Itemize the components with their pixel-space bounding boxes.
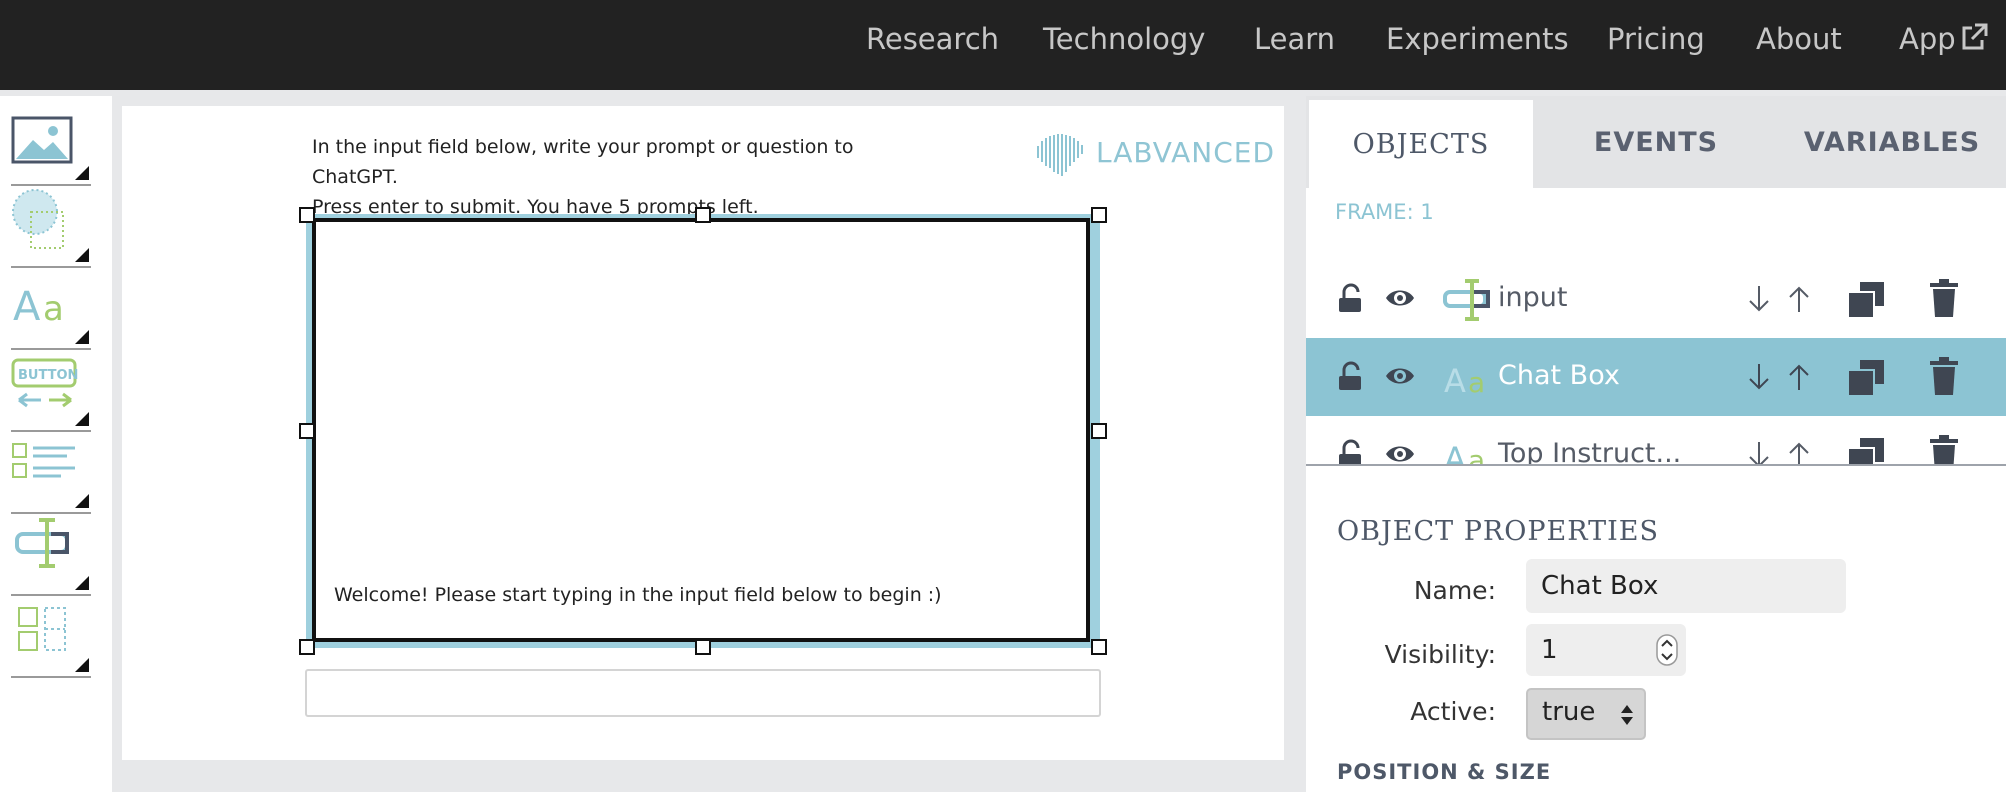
shape-tool-button[interactable] bbox=[11, 186, 91, 268]
nav-link-app[interactable]: App bbox=[1899, 22, 1988, 56]
object-toolbar: A a BUTTON bbox=[0, 96, 112, 792]
panel-tab-bar: OBJECTS EVENTS VARIABLES bbox=[1306, 96, 2006, 188]
resize-handle-top[interactable] bbox=[695, 207, 711, 223]
move-up-icon[interactable] bbox=[1786, 440, 1812, 466]
external-link-icon bbox=[1962, 23, 1988, 50]
editor-side-panel: OBJECTS EVENTS VARIABLES FRAME: 1 input bbox=[1306, 96, 2006, 792]
object-name: Top Instruct... bbox=[1498, 438, 1682, 466]
active-value: true bbox=[1542, 697, 1596, 727]
svg-text:a: a bbox=[1468, 444, 1485, 466]
labvanced-logo: LABVANCED bbox=[1034, 128, 1274, 178]
move-down-icon[interactable] bbox=[1746, 440, 1772, 466]
nav-link-app-label: App bbox=[1899, 22, 1956, 56]
top-instructions[interactable]: In the input field below, write your pro… bbox=[312, 132, 932, 222]
eye-icon[interactable] bbox=[1384, 360, 1416, 392]
top-navigation-bar: Research Technology Learn Experiments Pr… bbox=[0, 0, 2006, 90]
svg-text:a: a bbox=[43, 289, 64, 329]
nav-link-about[interactable]: About bbox=[1756, 22, 1842, 56]
object-name-field[interactable]: Chat Box bbox=[1526, 559, 1846, 613]
object-name: input bbox=[1498, 282, 1568, 313]
resize-handle-bottom[interactable] bbox=[695, 639, 711, 655]
input-type-icon bbox=[1443, 279, 1490, 321]
tab-events[interactable]: EVENTS bbox=[1542, 96, 1770, 188]
move-down-icon[interactable] bbox=[1746, 362, 1772, 392]
resize-handle-left[interactable] bbox=[299, 423, 315, 439]
nav-link-experiments[interactable]: Experiments bbox=[1386, 22, 1569, 56]
duplicate-icon[interactable] bbox=[1846, 358, 1886, 398]
number-spinner-icon[interactable] bbox=[1656, 634, 1678, 666]
move-down-icon[interactable] bbox=[1746, 284, 1772, 314]
chat-input-field[interactable] bbox=[305, 669, 1101, 717]
object-properties-title: OBJECT PROPERTIES bbox=[1337, 516, 1660, 547]
move-up-icon[interactable] bbox=[1786, 284, 1812, 314]
select-arrows-icon bbox=[1621, 705, 1633, 725]
nav-link-technology[interactable]: Technology bbox=[1043, 22, 1205, 56]
eye-icon[interactable] bbox=[1384, 438, 1416, 466]
object-row-top-instructions[interactable]: A a Top Instruct... bbox=[1306, 416, 2006, 466]
frame-label: FRAME: 1 bbox=[1335, 200, 1434, 224]
tab-variables[interactable]: VARIABLES bbox=[1778, 96, 2006, 188]
brain-logo-icon bbox=[1037, 134, 1083, 176]
nav-link-pricing[interactable]: Pricing bbox=[1607, 22, 1705, 56]
position-size-section-label: POSITION & SIZE bbox=[1337, 760, 1552, 784]
nav-link-research[interactable]: Research bbox=[866, 22, 999, 56]
object-row-chat-box[interactable]: A a Chat Box bbox=[1306, 338, 2006, 416]
layout-tool-button[interactable] bbox=[11, 596, 91, 678]
input-tool-button[interactable] bbox=[11, 514, 91, 596]
visibility-value: 1 bbox=[1541, 635, 1558, 665]
chat-box[interactable]: Welcome! Please start typing in the inpu… bbox=[312, 218, 1090, 642]
active-select[interactable]: true bbox=[1526, 688, 1646, 740]
list-tool-button[interactable] bbox=[11, 432, 91, 514]
unlocked-padlock-icon[interactable] bbox=[1336, 360, 1368, 392]
svg-text:a: a bbox=[1468, 366, 1485, 398]
active-label: Active: bbox=[1410, 697, 1496, 726]
image-tool-button[interactable] bbox=[11, 104, 91, 186]
duplicate-icon[interactable] bbox=[1846, 436, 1886, 466]
instructions-line-1: In the input field below, write your pro… bbox=[312, 136, 854, 188]
text-tool-button[interactable]: A a bbox=[11, 268, 91, 350]
svg-text:A: A bbox=[1444, 440, 1466, 466]
name-label: Name: bbox=[1413, 576, 1496, 605]
object-list: input A a Chat Box A a Top Instruct... bbox=[1306, 254, 2006, 466]
resize-handle-bottom-right[interactable] bbox=[1091, 639, 1107, 655]
svg-text:BUTTON: BUTTON bbox=[18, 368, 78, 383]
trash-icon[interactable] bbox=[1928, 356, 1960, 396]
eye-icon[interactable] bbox=[1384, 282, 1416, 314]
unlocked-padlock-icon[interactable] bbox=[1336, 438, 1368, 466]
svg-text:A: A bbox=[1444, 362, 1466, 398]
unlocked-padlock-icon[interactable] bbox=[1336, 282, 1368, 314]
text-type-icon: A a bbox=[1444, 440, 1485, 466]
resize-handle-top-right[interactable] bbox=[1091, 207, 1107, 223]
visibility-field[interactable]: 1 bbox=[1526, 624, 1686, 676]
svg-text:A: A bbox=[13, 284, 41, 330]
nav-link-learn[interactable]: Learn bbox=[1254, 22, 1335, 56]
visibility-label: Visibility: bbox=[1384, 640, 1496, 669]
object-row-input[interactable]: input bbox=[1306, 260, 2006, 338]
object-name: Chat Box bbox=[1498, 360, 1620, 391]
tab-objects[interactable]: OBJECTS bbox=[1309, 96, 1533, 188]
button-tool-button[interactable]: BUTTON bbox=[11, 350, 91, 432]
resize-handle-top-left[interactable] bbox=[299, 207, 315, 223]
resize-handle-bottom-left[interactable] bbox=[299, 639, 315, 655]
trash-icon[interactable] bbox=[1928, 434, 1960, 466]
resize-handle-right[interactable] bbox=[1091, 423, 1107, 439]
experiment-canvas: In the input field below, write your pro… bbox=[122, 106, 1284, 760]
trash-icon[interactable] bbox=[1928, 278, 1960, 318]
logo-text: LABVANCED bbox=[1096, 136, 1276, 169]
move-up-icon[interactable] bbox=[1786, 362, 1812, 392]
chat-welcome-message: Welcome! Please start typing in the inpu… bbox=[334, 584, 942, 606]
text-type-icon: A a bbox=[1444, 362, 1485, 398]
duplicate-icon[interactable] bbox=[1846, 280, 1886, 320]
